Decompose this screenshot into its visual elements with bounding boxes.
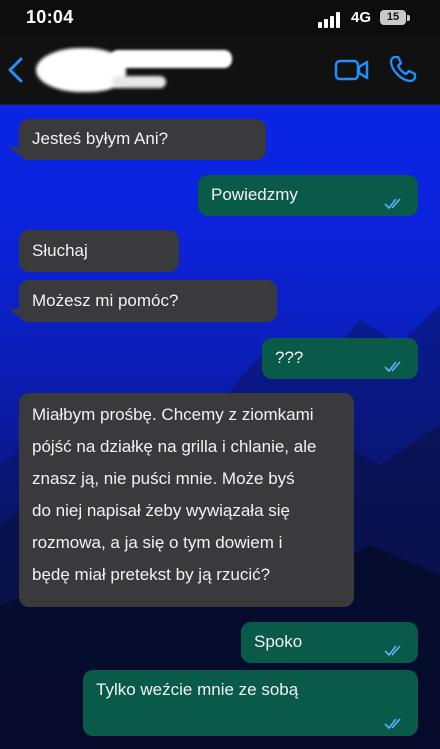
message-line: Miałbym prośbę. Chcemy z ziomkami bbox=[32, 405, 314, 424]
battery-icon: 15 bbox=[380, 10, 406, 25]
message-text: Możesz mi pomóc? bbox=[32, 291, 179, 310]
back-arrow-icon[interactable] bbox=[4, 56, 28, 84]
message-line: do niej napisał żeby wywiązała się bbox=[32, 501, 290, 520]
message-incoming[interactable]: Jesteś byłym Ani? bbox=[19, 119, 266, 160]
message-text: Słuchaj bbox=[32, 241, 88, 260]
message-outgoing[interactable]: ??? bbox=[262, 338, 418, 379]
message-text: Tylko weźcie mnie ze sobą bbox=[96, 680, 299, 699]
message-line: będę miał pretekst by ją rzucić? bbox=[32, 565, 271, 584]
bubble-tail bbox=[9, 147, 19, 155]
message-incoming[interactable]: Możesz mi pomóc? bbox=[19, 280, 277, 322]
contact-status-redacted bbox=[112, 76, 166, 88]
message-outgoing[interactable]: Tylko weźcie mnie ze sobą bbox=[83, 670, 418, 736]
network-type: 4G bbox=[351, 9, 372, 26]
message-line: pójść na działkę na grilla i chlanie, al… bbox=[32, 437, 317, 456]
message-line: znasz ją, nie puści mnie. Może byś bbox=[32, 469, 295, 488]
battery-tip bbox=[407, 15, 410, 21]
video-call-icon[interactable] bbox=[334, 56, 370, 84]
read-receipt-icon bbox=[384, 645, 401, 657]
status-bar: 10:04 4G 15 bbox=[0, 0, 440, 36]
contact-name-redacted[interactable] bbox=[110, 50, 232, 68]
message-text: Powiedzmy bbox=[211, 185, 298, 204]
read-receipt-icon bbox=[384, 718, 401, 730]
signal-icon bbox=[318, 12, 344, 28]
message-text: Jesteś byłym Ani? bbox=[32, 129, 169, 148]
message-incoming[interactable]: Miałbym prośbę. Chcemy z ziomkami pójść … bbox=[19, 393, 354, 607]
message-outgoing[interactable]: Spoko bbox=[241, 622, 418, 663]
clock: 10:04 bbox=[26, 7, 74, 27]
message-incoming[interactable]: Słuchaj bbox=[19, 230, 179, 272]
chat-area[interactable]: Jesteś byłym Ani? Powiedzmy Słuchaj Może… bbox=[0, 105, 440, 749]
chat-header bbox=[0, 36, 440, 105]
read-receipt-icon bbox=[384, 361, 401, 373]
message-line: rozmowa, a ja się o tym dowiem i bbox=[32, 533, 283, 552]
read-receipt-icon bbox=[384, 198, 401, 210]
bubble-tail bbox=[9, 309, 19, 317]
message-outgoing[interactable]: Powiedzmy bbox=[198, 175, 418, 216]
message-text: Spoko bbox=[254, 632, 303, 651]
phone-call-icon[interactable] bbox=[388, 54, 418, 84]
